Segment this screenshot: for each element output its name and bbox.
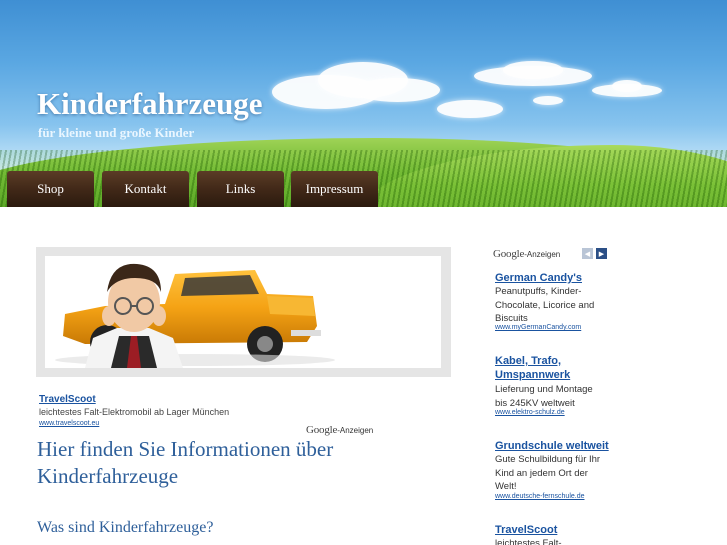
site-title[interactable]: Kinderfahrzeuge: [37, 86, 263, 122]
chevron-left-icon[interactable]: ◀: [582, 248, 593, 259]
sidebar-ad-url[interactable]: www.myGermanCandy.com: [495, 324, 581, 331]
nav-kontakt-button[interactable]: Kontakt: [102, 171, 189, 207]
boy-with-truck-illustration: [55, 263, 335, 368]
google-logo-text: Google: [493, 248, 525, 260]
sidebar-ad-text: Peanutpuffs, Kinder-Chocolate, Licorice …: [495, 286, 595, 324]
cloud: [437, 100, 503, 118]
section-heading: Was sind Kinderfahrzeuge?: [37, 519, 214, 536]
banner-image: [45, 256, 441, 368]
nav-links-button[interactable]: Links: [197, 171, 284, 207]
cloud: [612, 80, 642, 92]
cloud: [355, 78, 440, 102]
ad-title-link[interactable]: TravelScoot: [39, 394, 96, 405]
cloud: [503, 61, 563, 79]
site-subtitle: für kleine und große Kinder: [38, 125, 195, 140]
sidebar-ad-title[interactable]: TravelScoot: [495, 523, 615, 537]
site-header: Kinderfahrzeuge für kleine und große Kin…: [0, 0, 727, 207]
nav-shop-button[interactable]: Shop: [7, 171, 94, 207]
sidebar-ad-url[interactable]: www.elektro-schulz.de: [495, 409, 565, 416]
cloud: [533, 96, 563, 105]
nav-impressum-button[interactable]: Impressum: [291, 171, 378, 207]
google-logo-text: Google: [306, 424, 338, 436]
sidebar-ad-text: Gute Schulbildung für Ihr Kind an jedem …: [495, 454, 601, 492]
ads-suffix: -Anzeigen: [524, 250, 561, 259]
google-ads-label[interactable]: Google -Anzeigen: [306, 424, 373, 436]
ads-suffix: -Anzeigen: [337, 426, 374, 435]
sidebar-ad-text: leichtestes Falt-: [495, 538, 562, 545]
banner-frame: [36, 247, 451, 377]
ad-url-link[interactable]: www.travelscoot.eu: [39, 420, 99, 427]
sidebar-ad-title[interactable]: German Candy's: [495, 271, 615, 285]
chevron-right-icon[interactable]: ▶: [596, 248, 607, 259]
sidebar-google-ads-label[interactable]: Google -Anzeigen: [493, 248, 560, 260]
ad-description: leichtestes Falt-Elektromobil ab Lager M…: [39, 407, 230, 417]
sidebar-ad-title[interactable]: Kabel, Trafo, Umspannwerk: [495, 354, 585, 382]
page-heading: Hier finden Sie Informationen über Kinde…: [37, 437, 334, 488]
sidebar-ad-text: Lieferung und Montage bis 245KV weltweit: [495, 384, 593, 409]
sidebar-ad-title[interactable]: Grundschule weltweit: [495, 439, 615, 453]
sidebar-ad-url[interactable]: www.deutsche-fernschule.de: [495, 493, 585, 500]
